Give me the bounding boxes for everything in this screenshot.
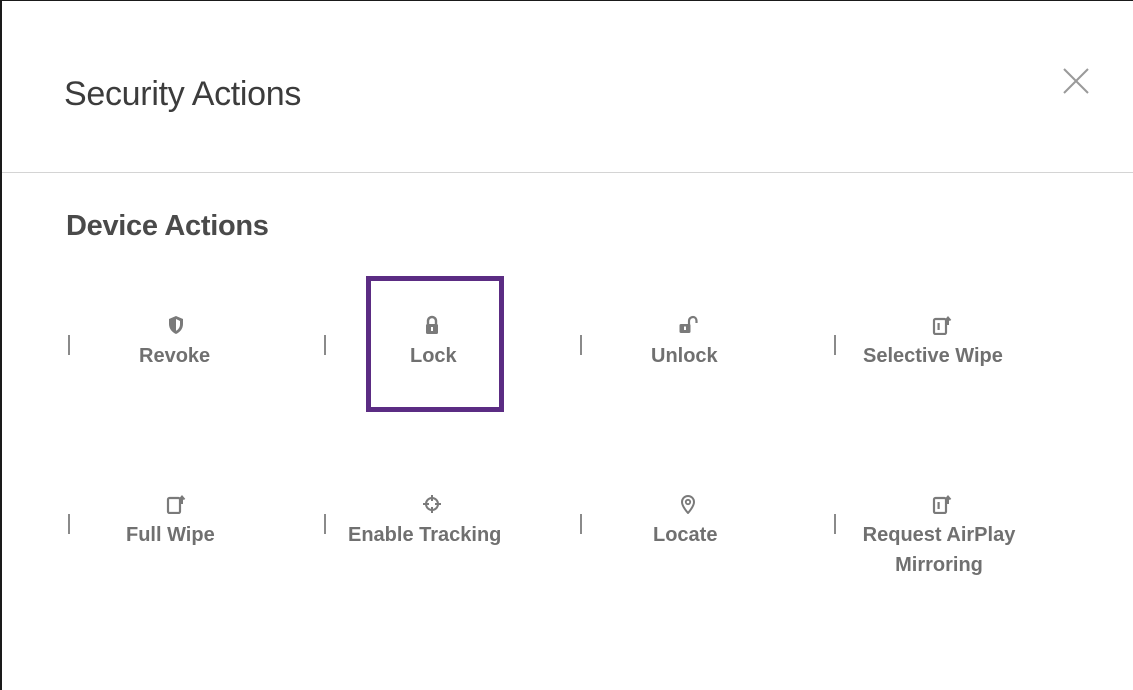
separator (580, 335, 582, 355)
separator (324, 514, 326, 534)
separator (324, 335, 326, 355)
shield-icon (166, 315, 186, 335)
section-title-device-actions: Device Actions (66, 210, 269, 242)
request-airplay-mirroring-label: Request AirPlay Mirroring (854, 520, 1024, 580)
selective-wipe-label: Selective Wipe (863, 345, 1003, 367)
selective-wipe-action[interactable]: Selective Wipe (834, 301, 1084, 401)
label-line-1: Request AirPlay (862, 524, 1016, 546)
full-wipe-icon (166, 494, 186, 514)
lock-action[interactable]: Lock (324, 301, 574, 401)
lock-icon (422, 315, 442, 335)
enable-tracking-action[interactable]: Enable Tracking (324, 480, 574, 580)
full-wipe-label: Full Wipe (126, 524, 215, 546)
revoke-action[interactable]: Revoke (68, 301, 318, 401)
unlock-label: Unlock (651, 345, 718, 367)
request-airplay-mirroring-action[interactable]: Request AirPlay Mirroring (834, 480, 1084, 580)
close-button[interactable] (1058, 63, 1094, 99)
separator (834, 335, 836, 355)
dialog-title: Security Actions (64, 75, 302, 113)
separator (68, 514, 70, 534)
unlock-icon (678, 315, 698, 335)
unlock-action[interactable]: Unlock (580, 301, 830, 401)
crosshair-icon (422, 494, 442, 514)
locate-action[interactable]: Locate (580, 480, 830, 580)
locate-label: Locate (653, 524, 718, 546)
dialog-header: Security Actions (2, 1, 1133, 173)
lock-label: Lock (410, 345, 457, 367)
full-wipe-action[interactable]: Full Wipe (68, 480, 318, 580)
revoke-label: Revoke (139, 345, 211, 367)
separator (834, 514, 836, 534)
separator (580, 514, 582, 534)
airplay-icon (932, 494, 952, 514)
selective-wipe-icon (932, 315, 952, 335)
location-pin-icon (678, 494, 698, 514)
enable-tracking-label: Enable Tracking (348, 524, 502, 546)
security-actions-dialog: Security Actions Device Actions Revoke L… (0, 0, 1133, 690)
label-line-2: Mirroring (895, 554, 983, 576)
close-icon (1063, 68, 1089, 94)
separator (68, 335, 70, 355)
